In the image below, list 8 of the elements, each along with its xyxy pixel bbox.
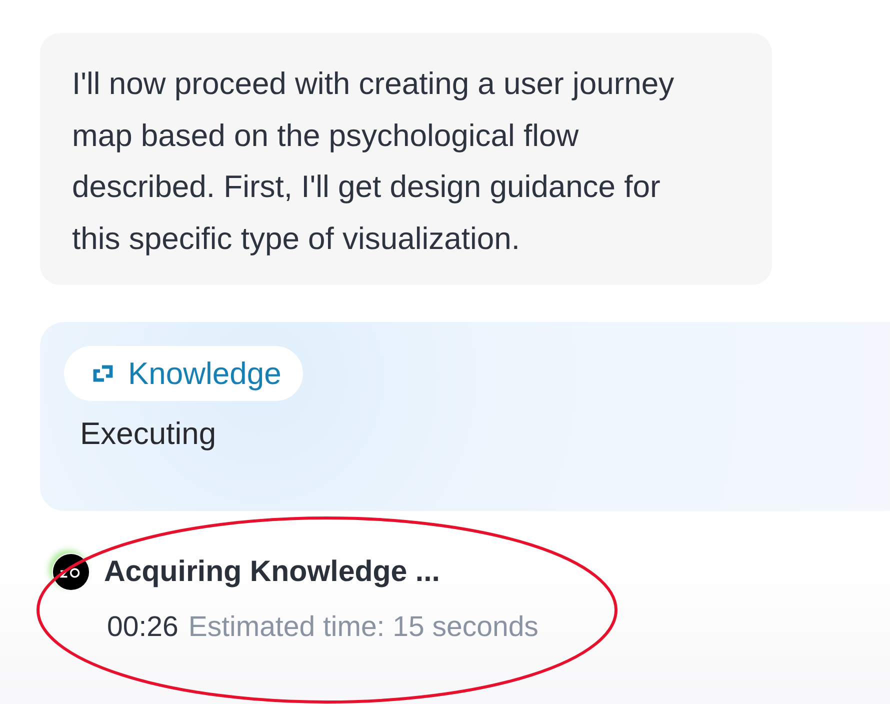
- elapsed-time: 00:26: [107, 611, 178, 644]
- tool-tag-label: Knowledge: [128, 356, 282, 392]
- message-text: I'll now proceed with creating a user journey map based on the psychological flow described. First, I'll get design guidance for this specific type of visualization.: [72, 65, 676, 258]
- avatar-icon: [52, 553, 90, 591]
- tool-status: Executing: [80, 415, 216, 453]
- estimated-time: Estimated time: 15 seconds: [188, 611, 538, 644]
- bracket-icon: [93, 365, 113, 382]
- progress-title: Acquiring Knowledge ...: [104, 555, 440, 589]
